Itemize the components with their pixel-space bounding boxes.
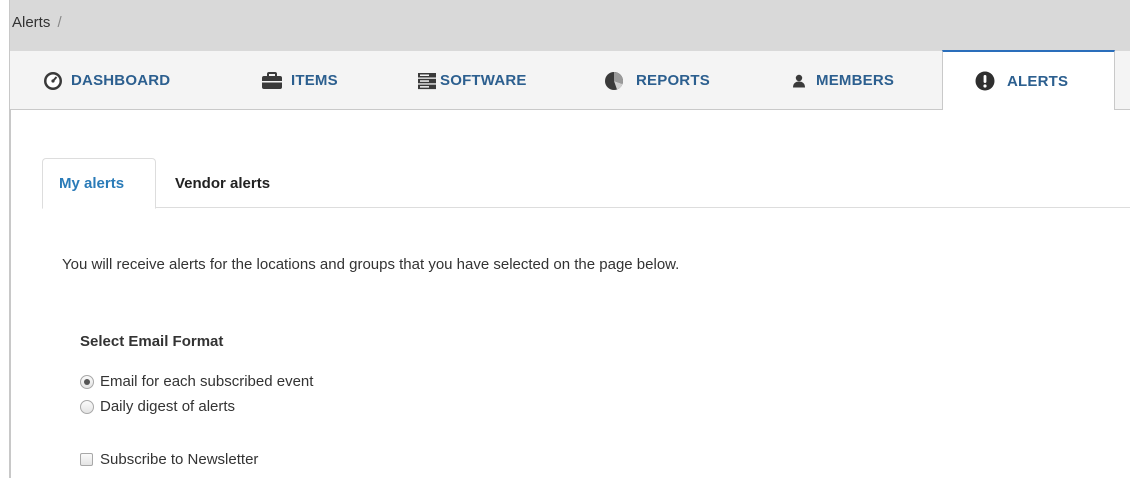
nav-item-label: ITEMS	[291, 72, 338, 89]
breadcrumb-bar: Alerts /	[10, 0, 1130, 51]
briefcase-icon	[261, 71, 283, 90]
pie-chart-icon	[604, 71, 624, 91]
nav-item-label: SOFTWARE	[440, 72, 527, 89]
exclamation-circle-icon	[975, 71, 995, 91]
breadcrumb-separator: /	[57, 14, 62, 31]
email-format-heading: Select Email Format	[80, 333, 224, 350]
nav-item-members[interactable]: MEMBERS	[792, 51, 894, 110]
tab-vendor-alerts[interactable]: Vendor alerts	[175, 158, 270, 208]
nav-item-dashboard[interactable]: DASHBOARD	[43, 51, 170, 110]
daily-digest-option[interactable]: Daily digest of alerts	[80, 398, 235, 415]
nav-item-software[interactable]: SOFTWARE	[417, 51, 527, 110]
nav-item-label: REPORTS	[636, 72, 710, 89]
tab-my-alerts[interactable]: My alerts	[42, 158, 156, 209]
tab-label: My alerts	[59, 175, 125, 192]
tab-label: Vendor alerts	[175, 174, 271, 192]
dashboard-gauge-icon	[43, 71, 63, 91]
alert-tabs: My alerts Vendor alerts	[42, 158, 1130, 209]
option-label: Email for each subscribed event	[100, 373, 314, 390]
breadcrumb-current[interactable]: Alerts	[12, 14, 50, 31]
email-each-event-radio[interactable]	[80, 374, 94, 389]
intro-text: You will receive alerts for the location…	[62, 256, 680, 273]
nav-item-alerts[interactable]: ALERTS	[942, 50, 1115, 110]
main-nav: DASHBOARD ITEMS SOFTWARE REPORTS MEMBERS…	[10, 50, 1130, 110]
server-stack-icon	[417, 72, 437, 90]
nav-item-items[interactable]: ITEMS	[261, 51, 338, 110]
newsletter-option[interactable]: Subscribe to Newsletter	[80, 451, 258, 468]
option-label: Daily digest of alerts	[100, 398, 236, 415]
email-each-event-option[interactable]: Email for each subscribed event	[80, 373, 313, 390]
newsletter-checkbox[interactable]	[80, 453, 93, 466]
breadcrumb: Alerts /	[12, 14, 62, 31]
user-icon	[792, 74, 806, 88]
daily-digest-radio[interactable]	[80, 399, 94, 414]
option-label: Subscribe to Newsletter	[100, 451, 259, 468]
nav-item-label: ALERTS	[1007, 72, 1069, 90]
nav-item-label: MEMBERS	[816, 72, 895, 89]
nav-item-label: DASHBOARD	[71, 72, 171, 89]
nav-item-reports[interactable]: REPORTS	[604, 51, 710, 110]
